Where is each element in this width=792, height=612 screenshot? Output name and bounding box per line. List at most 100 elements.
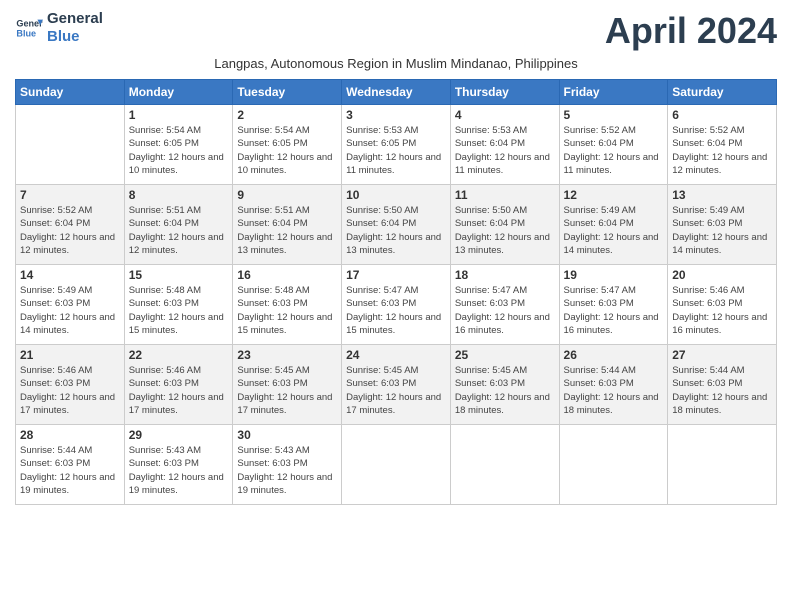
table-row: 26 Sunrise: 5:44 AMSunset: 6:03 PMDayligh… xyxy=(559,345,668,425)
table-row xyxy=(450,425,559,505)
svg-text:Blue: Blue xyxy=(16,28,36,38)
day-number: 11 xyxy=(455,188,555,202)
day-number: 18 xyxy=(455,268,555,282)
table-row: 24 Sunrise: 5:45 AMSunset: 6:03 PMDayligh… xyxy=(342,345,451,425)
day-number: 2 xyxy=(237,108,337,122)
table-row: 27 Sunrise: 5:44 AMSunset: 6:03 PMDayligh… xyxy=(668,345,777,425)
page-subtitle: Langpas, Autonomous Region in Muslim Min… xyxy=(15,56,777,71)
day-info: Sunrise: 5:48 AMSunset: 6:03 PMDaylight:… xyxy=(129,284,229,337)
day-number: 16 xyxy=(237,268,337,282)
day-info: Sunrise: 5:47 AMSunset: 6:03 PMDaylight:… xyxy=(455,284,555,337)
calendar-body: 1Sunrise: 5:54 AMSunset: 6:05 PMDaylight… xyxy=(16,105,777,505)
day-number: 10 xyxy=(346,188,446,202)
day-info: Sunrise: 5:54 AMSunset: 6:05 PMDaylight:… xyxy=(237,124,337,177)
table-row: 12Sunrise: 5:49 AMSunset: 6:04 PMDayligh… xyxy=(559,185,668,265)
day-number: 28 xyxy=(20,428,120,442)
table-row: 5 Sunrise: 5:52 AMSunset: 6:04 PMDaylight… xyxy=(559,105,668,185)
day-info: Sunrise: 5:46 AMSunset: 6:03 PMDaylight:… xyxy=(672,284,772,337)
calendar-week-4: 21 Sunrise: 5:46 AMSunset: 6:03 PMDayligh… xyxy=(16,345,777,425)
day-number: 6 xyxy=(672,108,772,122)
logo-icon: General Blue xyxy=(15,14,43,42)
table-row: 10 Sunrise: 5:50 AMSunset: 6:04 PMDayligh… xyxy=(342,185,451,265)
table-row: 21 Sunrise: 5:46 AMSunset: 6:03 PMDayligh… xyxy=(16,345,125,425)
table-row: 29 Sunrise: 5:43 AMSunset: 6:03 PMDayligh… xyxy=(124,425,233,505)
day-number: 3 xyxy=(346,108,446,122)
table-row: 22Sunrise: 5:46 AMSunset: 6:03 PMDayligh… xyxy=(124,345,233,425)
day-number: 30 xyxy=(237,428,337,442)
calendar-week-2: 7Sunrise: 5:52 AMSunset: 6:04 PMDaylight… xyxy=(16,185,777,265)
day-number: 24 xyxy=(346,348,446,362)
table-row: 9Sunrise: 5:51 AMSunset: 6:04 PMDaylight… xyxy=(233,185,342,265)
day-number: 13 xyxy=(672,188,772,202)
day-number: 14 xyxy=(20,268,120,282)
table-row xyxy=(668,425,777,505)
table-row: 19Sunrise: 5:47 AMSunset: 6:03 PMDayligh… xyxy=(559,265,668,345)
col-header-sunday: Sunday xyxy=(16,80,125,105)
day-info: Sunrise: 5:52 AMSunset: 6:04 PMDaylight:… xyxy=(20,204,120,257)
day-info: Sunrise: 5:49 AMSunset: 6:04 PMDaylight:… xyxy=(564,204,664,257)
day-number: 29 xyxy=(129,428,229,442)
day-info: Sunrise: 5:48 AMSunset: 6:03 PMDaylight:… xyxy=(237,284,337,337)
day-info: Sunrise: 5:45 AMSunset: 6:03 PMDaylight:… xyxy=(237,364,337,417)
table-row: 11Sunrise: 5:50 AMSunset: 6:04 PMDayligh… xyxy=(450,185,559,265)
day-info: Sunrise: 5:52 AMSunset: 6:04 PMDaylight:… xyxy=(564,124,664,177)
day-info: Sunrise: 5:43 AMSunset: 6:03 PMDaylight:… xyxy=(129,444,229,497)
day-info: Sunrise: 5:50 AMSunset: 6:04 PMDaylight:… xyxy=(346,204,446,257)
table-row xyxy=(559,425,668,505)
col-header-tuesday: Tuesday xyxy=(233,80,342,105)
day-number: 20 xyxy=(672,268,772,282)
day-info: Sunrise: 5:44 AMSunset: 6:03 PMDaylight:… xyxy=(20,444,120,497)
table-row: 1Sunrise: 5:54 AMSunset: 6:05 PMDaylight… xyxy=(124,105,233,185)
col-header-saturday: Saturday xyxy=(668,80,777,105)
day-info: Sunrise: 5:51 AMSunset: 6:04 PMDaylight:… xyxy=(129,204,229,257)
calendar-table: SundayMondayTuesdayWednesdayThursdayFrid… xyxy=(15,79,777,505)
day-number: 4 xyxy=(455,108,555,122)
day-info: Sunrise: 5:47 AMSunset: 6:03 PMDaylight:… xyxy=(346,284,446,337)
day-info: Sunrise: 5:53 AMSunset: 6:04 PMDaylight:… xyxy=(455,124,555,177)
day-info: Sunrise: 5:47 AMSunset: 6:03 PMDaylight:… xyxy=(564,284,664,337)
table-row: 20 Sunrise: 5:46 AMSunset: 6:03 PMDayligh… xyxy=(668,265,777,345)
day-info: Sunrise: 5:53 AMSunset: 6:05 PMDaylight:… xyxy=(346,124,446,177)
day-info: Sunrise: 5:46 AMSunset: 6:03 PMDaylight:… xyxy=(20,364,120,417)
table-row: 7Sunrise: 5:52 AMSunset: 6:04 PMDaylight… xyxy=(16,185,125,265)
day-info: Sunrise: 5:49 AMSunset: 6:03 PMDaylight:… xyxy=(20,284,120,337)
table-row xyxy=(16,105,125,185)
table-row: 13 Sunrise: 5:49 AMSunset: 6:03 PMDayligh… xyxy=(668,185,777,265)
day-number: 27 xyxy=(672,348,772,362)
day-info: Sunrise: 5:54 AMSunset: 6:05 PMDaylight:… xyxy=(129,124,229,177)
day-info: Sunrise: 5:44 AMSunset: 6:03 PMDaylight:… xyxy=(672,364,772,417)
day-info: Sunrise: 5:45 AMSunset: 6:03 PMDaylight:… xyxy=(346,364,446,417)
day-number: 5 xyxy=(564,108,664,122)
day-number: 26 xyxy=(564,348,664,362)
table-row: 2 Sunrise: 5:54 AMSunset: 6:05 PMDaylight… xyxy=(233,105,342,185)
calendar-week-1: 1Sunrise: 5:54 AMSunset: 6:05 PMDaylight… xyxy=(16,105,777,185)
table-row xyxy=(342,425,451,505)
day-number: 15 xyxy=(129,268,229,282)
day-info: Sunrise: 5:49 AMSunset: 6:03 PMDaylight:… xyxy=(672,204,772,257)
table-row: 8 Sunrise: 5:51 AMSunset: 6:04 PMDaylight… xyxy=(124,185,233,265)
table-row: 18 Sunrise: 5:47 AMSunset: 6:03 PMDayligh… xyxy=(450,265,559,345)
calendar-week-5: 28 Sunrise: 5:44 AMSunset: 6:03 PMDayligh… xyxy=(16,425,777,505)
table-row: 6Sunrise: 5:52 AMSunset: 6:04 PMDaylight… xyxy=(668,105,777,185)
table-row: 25Sunrise: 5:45 AMSunset: 6:03 PMDayligh… xyxy=(450,345,559,425)
logo-general: General xyxy=(47,10,103,28)
day-number: 8 xyxy=(129,188,229,202)
day-number: 22 xyxy=(129,348,229,362)
table-row: 3 Sunrise: 5:53 AMSunset: 6:05 PMDaylight… xyxy=(342,105,451,185)
table-row: 30Sunrise: 5:43 AMSunset: 6:03 PMDayligh… xyxy=(233,425,342,505)
calendar-header-row: SundayMondayTuesdayWednesdayThursdayFrid… xyxy=(16,80,777,105)
page-header: General Blue General Blue April 2024 xyxy=(15,10,777,52)
day-number: 25 xyxy=(455,348,555,362)
day-number: 17 xyxy=(346,268,446,282)
table-row: 14 Sunrise: 5:49 AMSunset: 6:03 PMDayligh… xyxy=(16,265,125,345)
day-info: Sunrise: 5:44 AMSunset: 6:03 PMDaylight:… xyxy=(564,364,664,417)
table-row: 4 Sunrise: 5:53 AMSunset: 6:04 PMDaylight… xyxy=(450,105,559,185)
day-number: 21 xyxy=(20,348,120,362)
table-row: 15 Sunrise: 5:48 AMSunset: 6:03 PMDayligh… xyxy=(124,265,233,345)
col-header-thursday: Thursday xyxy=(450,80,559,105)
col-header-friday: Friday xyxy=(559,80,668,105)
day-number: 23 xyxy=(237,348,337,362)
table-row: 16 Sunrise: 5:48 AMSunset: 6:03 PMDayligh… xyxy=(233,265,342,345)
calendar-week-3: 14 Sunrise: 5:49 AMSunset: 6:03 PMDayligh… xyxy=(16,265,777,345)
table-row: 23 Sunrise: 5:45 AMSunset: 6:03 PMDayligh… xyxy=(233,345,342,425)
